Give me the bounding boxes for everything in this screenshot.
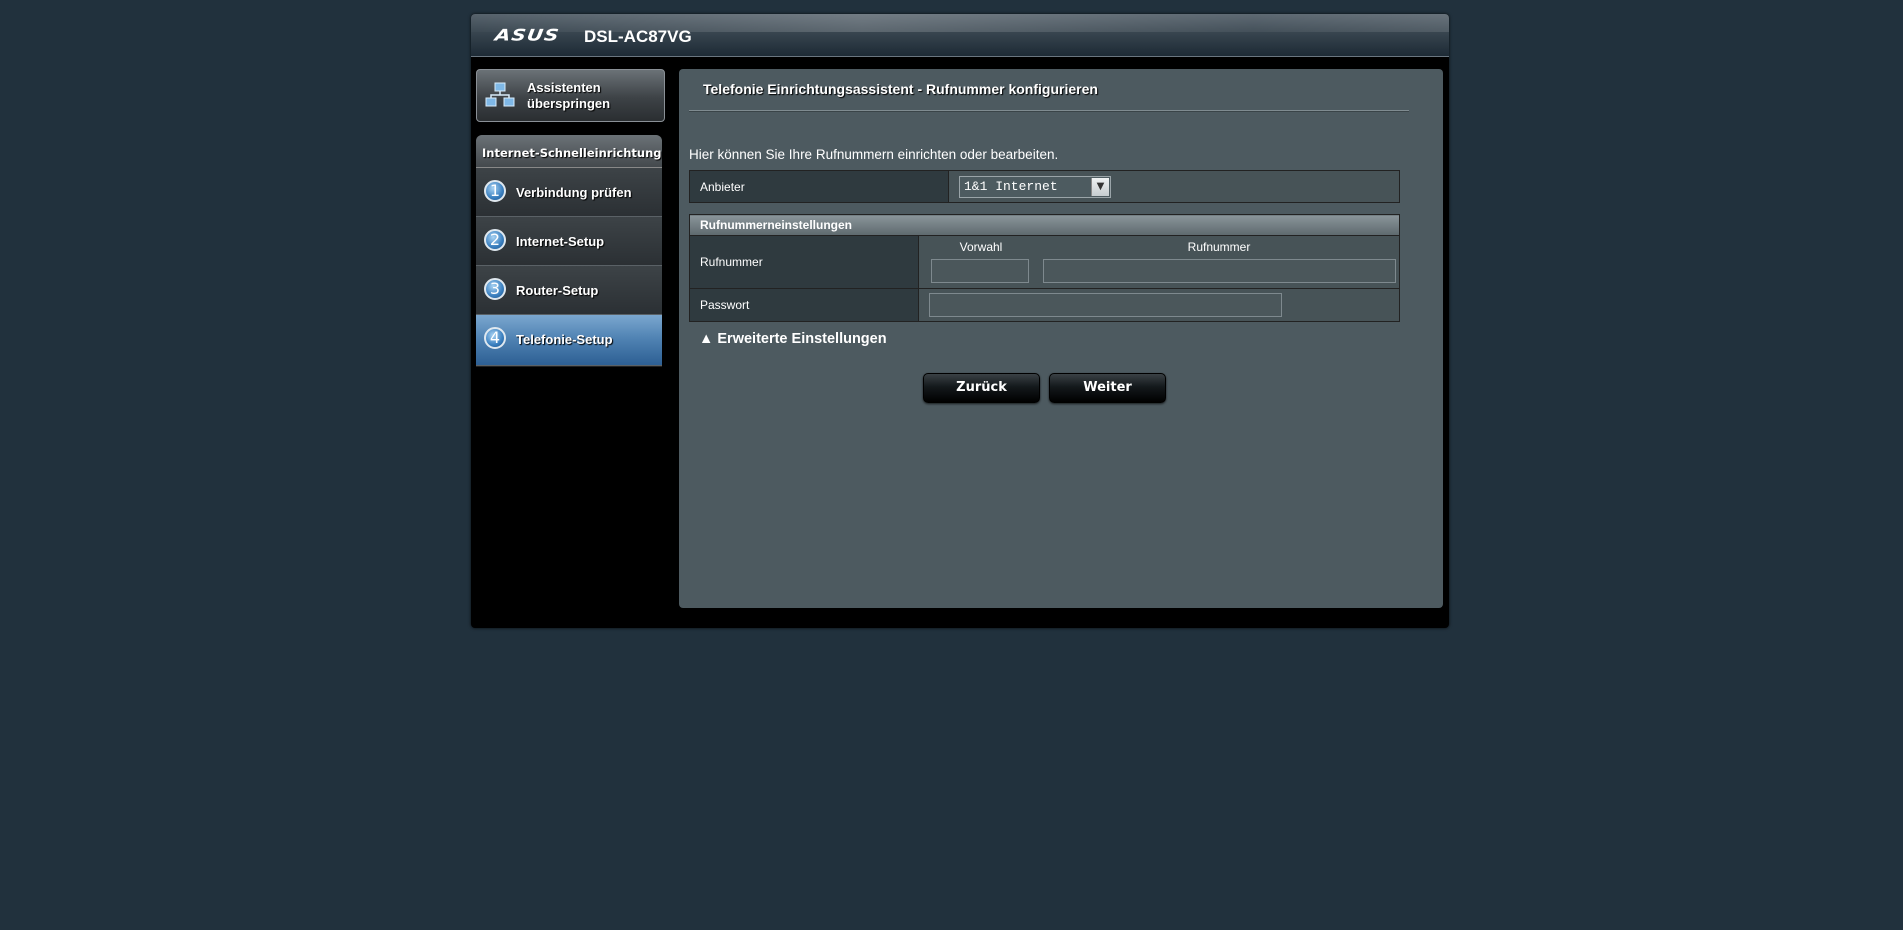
provider-select[interactable]: 1&1 Internet ▼ (959, 175, 1111, 198)
number-row-label: Rufnummer (689, 235, 919, 289)
skip-wizard-button[interactable]: Assistenten überspringen (476, 69, 665, 122)
intro-text: Hier können Sie Ihre Rufnummern einricht… (689, 147, 1059, 162)
advanced-settings-toggle[interactable]: ▲ Erweiterte Einstellungen (699, 331, 887, 347)
step-label: Verbindung prüfen (516, 184, 632, 200)
back-button[interactable]: Zurück (923, 373, 1040, 403)
number-header: Rufnummer (1187, 240, 1251, 254)
model-name: DSL-AC87VG (584, 27, 692, 46)
provider-cell: 1&1 Internet ▼ (948, 170, 1400, 203)
provider-table: Anbieter 1&1 Internet ▼ (689, 170, 1400, 203)
step-telefonie-setup[interactable]: 4 Telefonie-Setup (476, 315, 662, 366)
provider-label: Anbieter (689, 170, 949, 203)
step-router-setup[interactable]: 3 Router-Setup (476, 266, 662, 315)
step-internet-setup[interactable]: 2 Internet-Setup (476, 217, 662, 266)
step-number-icon: 3 (484, 278, 506, 300)
step-verbindung-pruefen[interactable]: 1 Verbindung prüfen (476, 168, 662, 217)
password-cell (918, 288, 1400, 322)
step-number-icon: 4 (484, 327, 506, 349)
number-row-cell: Vorwahl Rufnummer (918, 235, 1400, 289)
next-button[interactable]: Weiter (1049, 373, 1166, 403)
password-label: Passwort (689, 288, 919, 322)
header-bar: ASUS DSL-AC87VG (471, 14, 1449, 57)
wizard-steps-panel: Internet-Schnelleinrichtung 1 Verbindung… (476, 135, 662, 367)
router-frame: ASUS DSL-AC87VG Assistenten überspringen… (471, 14, 1449, 628)
content-panel: Telefonie Einrichtungsassistent - Rufnum… (679, 69, 1443, 608)
skip-wizard-label: Assistenten überspringen (527, 80, 611, 111)
step-number-icon: 2 (484, 229, 506, 251)
step-number-icon: 1 (484, 180, 506, 202)
step-label: Router-Setup (516, 282, 599, 298)
section-header: Rufnummerneinstellungen (689, 214, 1400, 236)
password-input[interactable] (929, 293, 1282, 317)
step-label: Internet-Setup (516, 233, 605, 249)
phone-number-table: Rufnummerneinstellungen Rufnummer Vorwah… (689, 214, 1400, 322)
provider-selected-value: 1&1 Internet (964, 178, 1058, 194)
asus-logo: ASUS (493, 25, 561, 45)
chevron-down-icon[interactable]: ▼ (1091, 177, 1109, 196)
network-icon (485, 82, 515, 107)
step-label: Telefonie-Setup (516, 331, 613, 347)
page-title: Telefonie Einrichtungsassistent - Rufnum… (703, 81, 1098, 97)
phone-number-input[interactable] (1043, 259, 1396, 283)
area-code-header: Vorwahl (959, 240, 1003, 254)
title-divider (689, 110, 1409, 112)
area-code-input[interactable] (931, 259, 1029, 283)
wizard-panel-title: Internet-Schnelleinrichtung (476, 135, 662, 168)
